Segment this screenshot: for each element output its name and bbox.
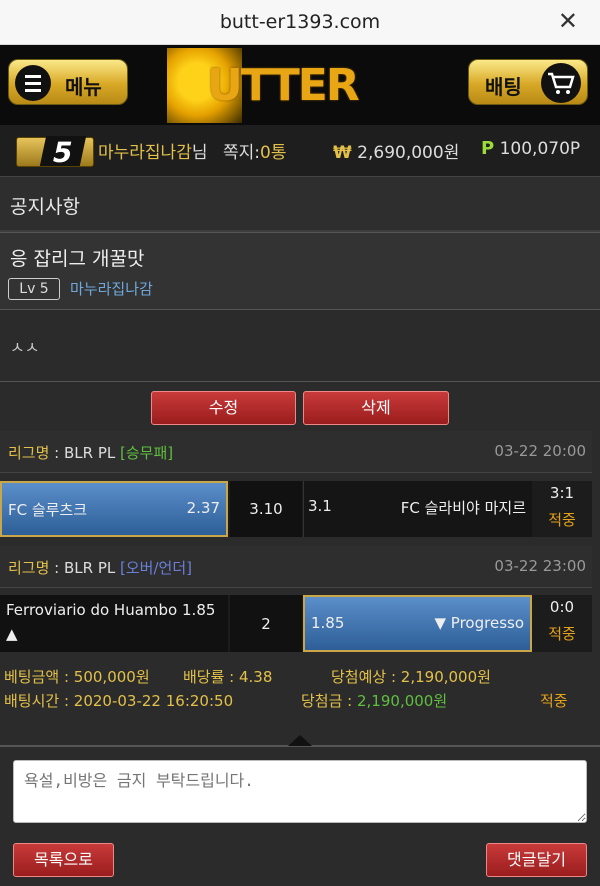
post-title: 응 잡리그 개꿀맛 bbox=[10, 248, 145, 270]
match-datetime: 03-22 20:00 bbox=[494, 442, 586, 460]
money-balance: ₩ 2,690,000원 bbox=[333, 138, 459, 163]
match-datetime: 03-22 23:00 bbox=[494, 557, 586, 575]
bet-button[interactable]: 배팅 bbox=[468, 59, 588, 105]
point-icon: P bbox=[481, 138, 495, 159]
message-count-value: 0통 bbox=[260, 143, 287, 163]
bet-row: FC 슬루츠크 2.37 3.10 3.1 FC 슬라비야 마지르 3:1 적중 bbox=[0, 481, 592, 537]
back-to-list-button[interactable]: 목록으로 bbox=[13, 843, 114, 877]
status-badge: 적중 bbox=[540, 692, 568, 710]
cart-icon bbox=[541, 63, 581, 103]
post-content: ㅅㅅ bbox=[10, 338, 40, 357]
close-icon[interactable]: ✕ bbox=[558, 7, 578, 35]
up-arrow-icon: ▲ bbox=[6, 625, 18, 643]
username-suffix: 님 bbox=[191, 143, 208, 163]
delete-button[interactable]: 삭제 bbox=[303, 391, 449, 425]
add-comment-button[interactable]: 댓글달기 bbox=[486, 843, 587, 877]
point-value: 100,070P bbox=[499, 139, 581, 159]
bet-amount: 베팅금액 : 500,000원 bbox=[4, 668, 150, 686]
handicap-line: 2 bbox=[261, 615, 271, 633]
section-header: 공지사항 bbox=[0, 177, 600, 232]
line-cell: 2 bbox=[230, 595, 302, 652]
divider-notch bbox=[288, 735, 312, 746]
odds-rate: 배당률 : 4.38 bbox=[183, 668, 273, 686]
home-team: Ferroviario do Huambo 1.85 bbox=[6, 601, 216, 619]
username[interactable]: 마누라집나감님 bbox=[98, 138, 207, 163]
away-odds: 1.85 bbox=[311, 614, 345, 632]
home-odds: 2.37 bbox=[186, 499, 220, 517]
bet-row: Ferroviario do Huambo 1.85 ▲ 2 1.85 ▼ Pr… bbox=[0, 595, 592, 652]
site-logo[interactable]: UTTER bbox=[167, 48, 415, 123]
status-badge: 적중 bbox=[548, 625, 576, 643]
bet-label: 배팅 bbox=[485, 75, 522, 99]
away-odds: 3.1 bbox=[308, 497, 332, 515]
result-cell: 3:1 적중 bbox=[532, 481, 592, 537]
away-team-pick[interactable]: 3.1 FC 슬라비야 마지르 bbox=[303, 481, 532, 537]
league-row: 리그명 : BLR PL [승무패] 03-22 20:00 bbox=[0, 431, 592, 473]
point-balance: P 100,070P bbox=[481, 138, 580, 159]
menu-icon bbox=[15, 65, 51, 101]
level-badge: 5 bbox=[16, 136, 94, 169]
username-text: 마누라집나감 bbox=[98, 143, 192, 163]
won-icon: ₩ bbox=[333, 143, 352, 163]
bet-time: 배팅시간 : 2020-03-22 16:20:50 bbox=[4, 692, 234, 710]
url-text[interactable]: butt-er1393.com bbox=[0, 11, 600, 33]
author-level-tag: Lv 5 bbox=[8, 278, 60, 300]
under-pick[interactable]: 1.85 ▼ Progresso bbox=[303, 595, 532, 652]
site-header: 메뉴 UTTER 배팅 bbox=[0, 45, 600, 125]
user-info-bar: 5 마누라집나감님 쪽지:0통 ₩ 2,690,000원 P 100,070P bbox=[0, 125, 600, 177]
message-count[interactable]: 쪽지:0통 bbox=[223, 138, 286, 163]
expected-win: 당첨예상 : 2,190,000원 bbox=[331, 668, 491, 686]
league-label: 리그명 : BLR PL [승무패] bbox=[8, 444, 174, 462]
status-badge: 적중 bbox=[548, 511, 576, 529]
page-title: 공지사항 bbox=[10, 196, 80, 218]
league-row: 리그명 : BLR PL [오버/언더] 03-22 23:00 bbox=[0, 546, 592, 588]
match-score: 3:1 bbox=[549, 484, 575, 502]
result-cell: 0:0 적중 bbox=[532, 595, 592, 652]
home-team-pick[interactable]: FC 슬루츠크 2.37 bbox=[0, 481, 228, 537]
logo-text: UTTER bbox=[207, 60, 360, 111]
post-body: ㅅㅅ bbox=[0, 310, 600, 382]
message-label: 쪽지: bbox=[223, 143, 261, 163]
win-amount: 당첨금 : 2,190,000원 bbox=[301, 692, 448, 710]
menu-button[interactable]: 메뉴 bbox=[8, 59, 128, 105]
match-score: 0:0 bbox=[549, 598, 575, 616]
league-label: 리그명 : BLR PL [오버/언더] bbox=[8, 559, 192, 577]
comment-input[interactable] bbox=[13, 760, 587, 823]
away-team: FC 슬라비야 마지르 bbox=[400, 499, 526, 517]
post-author[interactable]: 마누라집나감 bbox=[70, 278, 153, 299]
post-header: 응 잡리그 개꿀맛 Lv 5 마누라집나감 bbox=[0, 232, 600, 310]
level-number: 5 bbox=[39, 136, 87, 169]
home-team: FC 슬루츠크 bbox=[8, 501, 88, 519]
away-team: ▼ Progresso bbox=[434, 614, 525, 632]
draw-odds: 3.10 bbox=[249, 500, 283, 518]
over-pick[interactable]: Ferroviario do Huambo 1.85 ▲ bbox=[0, 595, 228, 652]
browser-url-bar: butt-er1393.com ✕ bbox=[0, 0, 600, 45]
menu-label: 메뉴 bbox=[65, 75, 102, 99]
money-value: 2,690,000원 bbox=[357, 143, 460, 163]
draw-pick[interactable]: 3.10 bbox=[230, 481, 302, 537]
bet-summary: 베팅금액 : 500,000원 배당률 : 4.38 당첨예상 : 2,190,… bbox=[0, 656, 600, 716]
edit-button[interactable]: 수정 bbox=[151, 391, 296, 425]
